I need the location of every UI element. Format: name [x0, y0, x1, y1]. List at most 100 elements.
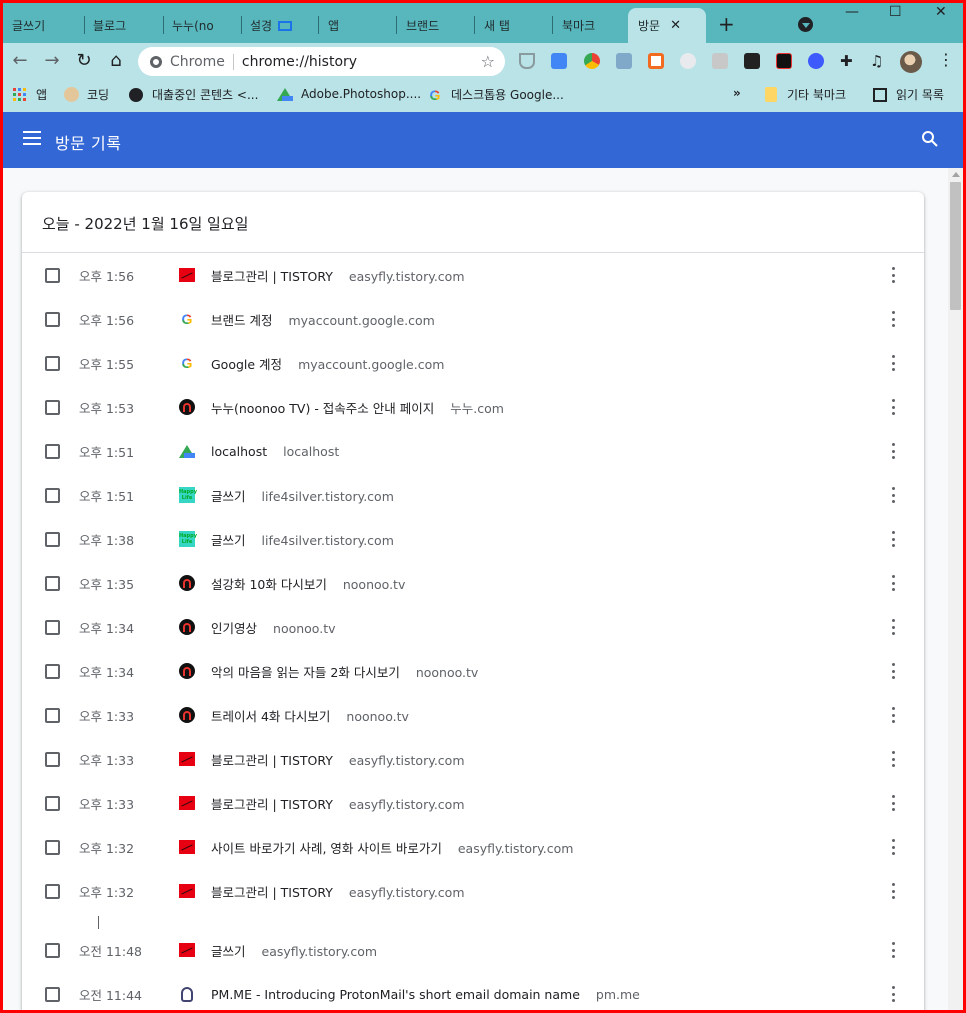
select-checkbox[interactable] [45, 942, 60, 958]
profile-avatar[interactable] [900, 51, 922, 73]
close-tab-icon[interactable]: ✕ [670, 18, 681, 33]
history-entry-row[interactable]: 오후 1:33 블로그관리 | TISTORY easyfly.tistory.co… [22, 781, 924, 825]
select-checkbox[interactable] [45, 443, 60, 459]
select-checkbox[interactable] [45, 619, 60, 635]
reading-list-button[interactable]: 읽기 목록 [872, 86, 944, 103]
history-entry-link[interactable]: PM.ME - Introducing ProtonMail's short e… [211, 987, 640, 1002]
chrome-menu-icon[interactable]: ⋮ [938, 52, 954, 68]
history-entry-link[interactable]: Google 계정 myaccount.google.com [211, 354, 444, 373]
history-entry-row[interactable]: 오후 1:56 G 브랜드 계정 myaccount.google.com [22, 297, 924, 341]
scrollbar-thumb[interactable] [950, 182, 961, 310]
tab-snowdrop[interactable]: 설경 [240, 8, 318, 43]
select-checkbox[interactable] [45, 399, 60, 415]
entry-title[interactable]: 인기영상 [211, 618, 257, 637]
history-entry-link[interactable]: 설강화 10화 다시보기 noonoo.tv [211, 574, 405, 593]
history-entry-row[interactable]: 오후 1:34 인기영상 noonoo.tv [22, 605, 924, 649]
history-entry-link[interactable]: 글쓰기 life4silver.tistory.com [211, 486, 394, 505]
entry-title[interactable]: 블로그관리 | TISTORY [211, 750, 333, 769]
bookmark-loan-content[interactable]: 대출중인 콘텐츠 <... [128, 86, 258, 103]
new-tab-button[interactable]: + [718, 14, 735, 34]
history-entry-row[interactable]: 오후 1:32 사이트 바로가기 사례, 영화 사이트 바로가기 easyfly.t… [22, 825, 924, 869]
entry-title[interactable]: 글쓰기 [211, 530, 246, 549]
history-entry-row[interactable]: 오후 1:53 누누(noonoo TV) - 접속주소 안내 페이지 누누.com [22, 385, 924, 429]
hamburger-menu-icon[interactable] [23, 131, 41, 145]
history-entry-link[interactable]: 악의 마음을 읽는 자들 2화 다시보기 noonoo.tv [211, 662, 478, 681]
history-entry-link[interactable]: 블로그관리 | TISTORY easyfly.tistory.com [211, 750, 465, 769]
select-checkbox[interactable] [45, 311, 60, 327]
bookmark-other[interactable]: 기타 북마크 [763, 86, 846, 103]
google-extension-icon[interactable] [584, 53, 600, 69]
tab-search-icon[interactable] [798, 17, 813, 32]
history-entry-row[interactable]: 오후 1:33 트레이서 4화 다시보기 noonoo.tv [22, 693, 924, 737]
more-actions-icon[interactable] [888, 355, 898, 371]
more-actions-icon[interactable] [888, 883, 898, 899]
more-actions-icon[interactable] [888, 795, 898, 811]
entry-title[interactable]: 블로그관리 | TISTORY [211, 882, 333, 901]
translate-icon[interactable] [551, 53, 567, 69]
history-entry-link[interactable]: 블로그관리 | TISTORY easyfly.tistory.com [211, 794, 465, 813]
history-entry-row[interactable]: 오후 1:32 블로그관리 | TISTORY easyfly.tistory.co… [22, 869, 924, 913]
bookmark-apps[interactable]: 앱 [12, 86, 47, 103]
history-entry-row[interactable]: 오후 1:33 블로그관리 | TISTORY easyfly.tistory.co… [22, 737, 924, 781]
close-window-button[interactable]: ✕ [935, 4, 947, 20]
tab-write[interactable]: HappyLife 글쓰기 [2, 8, 82, 43]
reload-icon[interactable]: ↻ [72, 50, 96, 72]
entry-title[interactable]: 악의 마음을 읽는 자들 2화 다시보기 [211, 662, 400, 681]
history-entry-link[interactable]: 사이트 바로가기 사례, 영화 사이트 바로가기 easyfly.tistory.… [211, 838, 573, 857]
select-checkbox[interactable] [45, 267, 60, 283]
more-actions-icon[interactable] [888, 663, 898, 679]
more-actions-icon[interactable] [888, 986, 898, 1002]
bookmark-google-desktop[interactable]: G 데스크톱용 Google... [427, 86, 564, 103]
history-entry-link[interactable]: localhost localhost [211, 444, 339, 459]
history-entry-link[interactable]: 인기영상 noonoo.tv [211, 618, 336, 637]
more-actions-icon[interactable] [888, 267, 898, 283]
bookmarks-overflow-button[interactable]: » [733, 86, 741, 100]
tab-apps[interactable]: 앱 [318, 8, 396, 43]
history-entry-row[interactable]: 오후 1:35 설강화 10화 다시보기 noonoo.tv [22, 561, 924, 605]
history-entry-row[interactable]: 오전 11:48 글쓰기 easyfly.tistory.com [22, 928, 924, 972]
tab-noonoo[interactable]: 누누(no [162, 8, 242, 43]
more-actions-icon[interactable] [888, 531, 898, 547]
history-entry-link[interactable]: 블로그관리 | TISTORY easyfly.tistory.com [211, 882, 465, 901]
more-actions-icon[interactable] [888, 399, 898, 415]
entry-title[interactable]: 글쓰기 [211, 941, 246, 960]
history-entry-link[interactable]: 블로그관리 | TISTORY easyfly.tistory.com [211, 266, 465, 285]
history-entry-link[interactable]: 누누(noonoo TV) - 접속주소 안내 페이지 누누.com [211, 398, 504, 417]
extension-icon[interactable] [808, 53, 824, 69]
bookmark-star-icon[interactable]: ☆ [481, 52, 495, 71]
history-entry-row[interactable]: 오후 1:38 Happy Life 글쓰기 life4silver.tistory.c… [22, 517, 924, 561]
more-actions-icon[interactable] [888, 311, 898, 327]
entry-title[interactable]: 블로그관리 | TISTORY [211, 794, 333, 813]
entry-title[interactable]: Google 계정 [211, 354, 282, 373]
history-entry-row[interactable]: 오후 1:55 G Google 계정 myaccount.google.com [22, 341, 924, 385]
tab-history[interactable]: 방문 ✕ [628, 8, 706, 43]
select-checkbox[interactable] [45, 355, 60, 371]
home-icon[interactable]: ⌂ [104, 50, 128, 72]
more-actions-icon[interactable] [888, 751, 898, 767]
history-entry-row[interactable]: 오후 1:51 Happy Life 글쓰기 life4silver.tistory.c… [22, 473, 924, 517]
entry-title[interactable]: 사이트 바로가기 사례, 영화 사이트 바로가기 [211, 838, 442, 857]
extension-icon[interactable] [648, 53, 664, 69]
more-actions-icon[interactable] [888, 487, 898, 503]
extension-icon[interactable] [776, 53, 792, 69]
more-actions-icon[interactable] [888, 575, 898, 591]
select-checkbox[interactable] [45, 663, 60, 679]
extension-icon[interactable] [616, 53, 632, 69]
tab-bookmarks[interactable]: ★ 북마크 [552, 8, 628, 43]
extension-icon[interactable] [744, 53, 760, 69]
scroll-up-arrow-icon[interactable] [952, 172, 960, 177]
pocket-icon[interactable] [519, 53, 535, 69]
select-checkbox[interactable] [45, 883, 60, 899]
more-actions-icon[interactable] [888, 707, 898, 723]
bookmark-photoshop[interactable]: Adobe.Photoshop.... [277, 86, 421, 102]
history-entry-row[interactable]: 오후 1:56 블로그관리 | TISTORY easyfly.tistory.co… [22, 253, 924, 297]
history-entry-row[interactable]: 오후 1:34 악의 마음을 읽는 자들 2화 다시보기 noonoo.tv [22, 649, 924, 693]
entry-title[interactable]: PM.ME - Introducing ProtonMail's short e… [211, 987, 580, 1002]
entry-title[interactable]: 브랜드 계정 [211, 310, 272, 329]
more-actions-icon[interactable] [888, 443, 898, 459]
history-entry-link[interactable]: 트레이서 4화 다시보기 noonoo.tv [211, 706, 409, 725]
search-icon[interactable] [921, 130, 939, 148]
more-actions-icon[interactable] [888, 619, 898, 635]
select-checkbox[interactable] [45, 986, 60, 1002]
select-checkbox[interactable] [45, 575, 60, 591]
